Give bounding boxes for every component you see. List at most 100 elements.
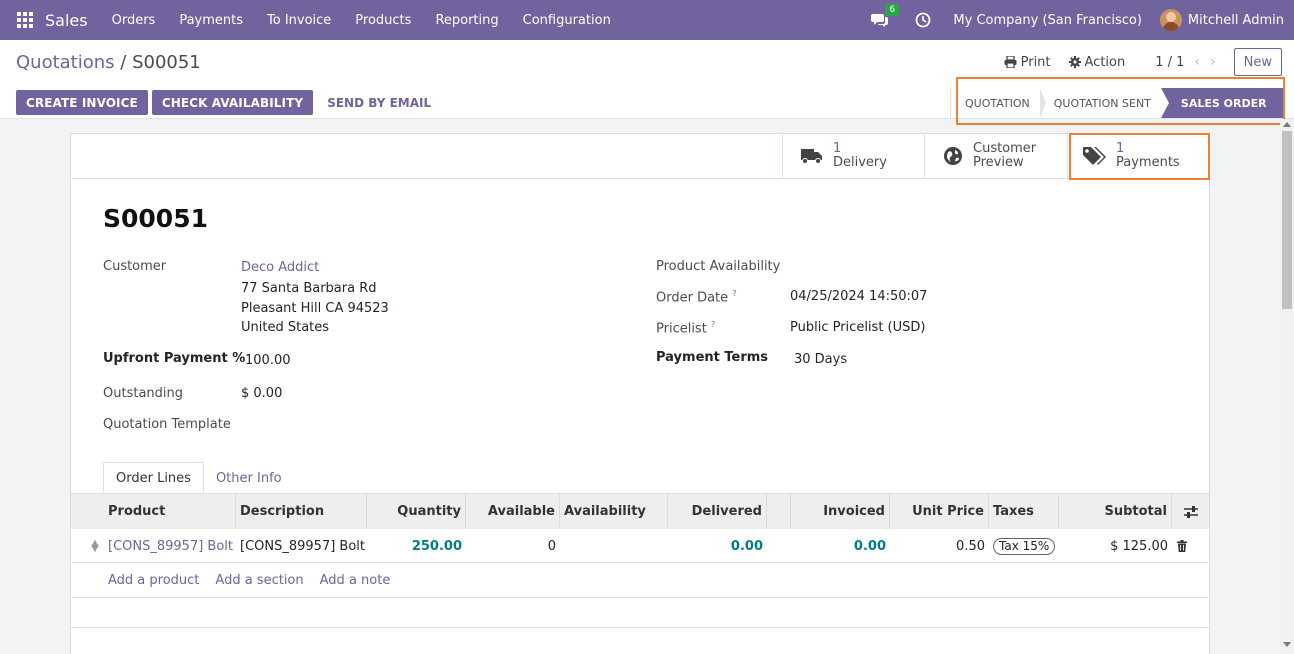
top-navbar: Sales Orders Payments To Invoice Product…: [0, 0, 1294, 40]
line-subtotal: $ 125.00: [1110, 538, 1168, 554]
col-available[interactable]: Available: [466, 494, 560, 529]
create-invoice-button[interactable]: CREATE INVOICE: [16, 90, 148, 115]
record-title: S00051: [103, 204, 208, 233]
col-product[interactable]: Product: [104, 494, 236, 529]
menu-payments[interactable]: Payments: [179, 13, 243, 28]
chat-badge: 6: [885, 4, 900, 16]
order-date-help-icon[interactable]: ?: [732, 289, 736, 298]
globe-icon: [944, 147, 962, 165]
app-brand[interactable]: Sales: [45, 11, 88, 30]
menu-orders[interactable]: Orders: [112, 13, 156, 28]
pricelist-value[interactable]: Public Pricelist (USD): [790, 320, 925, 335]
customer-address-line1: 77 Santa Barbara Rd: [241, 281, 377, 296]
col-availability[interactable]: Availability: [560, 494, 668, 529]
line-invoiced: 0.00: [853, 538, 886, 554]
breadcrumb-quotations[interactable]: Quotations: [16, 52, 115, 73]
product-availability-label: Product Availability: [656, 259, 781, 274]
col-unit-price[interactable]: Unit Price: [890, 494, 989, 529]
col-spacer: [767, 494, 791, 529]
customer-name[interactable]: Deco Addict: [241, 260, 319, 275]
col-delivered[interactable]: Delivered: [668, 494, 767, 529]
delivery-smart-button[interactable]: 1 Delivery: [782, 134, 924, 178]
add-note-link[interactable]: Add a note: [320, 573, 391, 588]
apps-menu-icon[interactable]: [17, 12, 33, 28]
pager-value[interactable]: 1 / 1: [1155, 55, 1184, 70]
send-by-email-button[interactable]: SEND BY EMAIL: [317, 90, 441, 115]
optional-columns-icon[interactable]: [1172, 494, 1209, 529]
check-availability-button[interactable]: CHECK AVAILABILITY: [151, 90, 314, 115]
smart-button-box: 1 Delivery Customer Preview 1 Payments: [71, 134, 1209, 179]
customer-preview-button[interactable]: Customer Preview: [924, 134, 1067, 178]
chat-icon[interactable]: 6: [871, 4, 900, 28]
user-avatar[interactable]: [1159, 9, 1182, 31]
order-lines-header: Product Description Quantity Available A…: [71, 494, 1209, 529]
col-description[interactable]: Description: [236, 494, 367, 529]
scrollbar[interactable]: [1280, 119, 1294, 654]
action-label: Action: [1084, 54, 1126, 70]
pricelist-label: Pricelist ?: [656, 320, 716, 337]
line-quantity[interactable]: 250.00: [367, 529, 466, 563]
drag-handle-icon[interactable]: ▲ ▼: [88, 529, 102, 563]
menu-configuration[interactable]: Configuration: [523, 13, 611, 28]
pager-previous-icon[interactable]: ‹: [1194, 54, 1200, 70]
col-invoiced[interactable]: Invoiced: [791, 494, 890, 529]
scroll-thumb[interactable]: [1282, 131, 1292, 309]
menu-to-invoice[interactable]: To Invoice: [267, 13, 331, 28]
empty-row: [71, 598, 1209, 628]
quotation-template-label: Quotation Template: [103, 417, 231, 432]
line-product[interactable]: [CONS_89957] Bolt: [104, 529, 236, 563]
breadcrumb-separator: /: [114, 52, 133, 73]
upfront-payment-label: Upfront Payment %: [103, 351, 246, 366]
col-taxes[interactable]: Taxes: [989, 494, 1059, 529]
gear-icon: [1068, 56, 1081, 68]
status-highlight-box: [956, 77, 1285, 125]
delivery-count: 1: [833, 141, 842, 156]
truck-icon: [801, 149, 822, 164]
tab-order-lines[interactable]: Order Lines: [103, 462, 204, 495]
tab-other-info[interactable]: Other Info: [204, 462, 294, 495]
order-date-value[interactable]: 04/25/2024 14:50:07: [790, 289, 927, 304]
add-line-row: Add a product Add a section Add a note: [71, 563, 1209, 598]
pager-next-icon[interactable]: ›: [1210, 54, 1216, 70]
print-button[interactable]: Print: [1004, 55, 1051, 70]
customer-address-line3: United States: [241, 320, 330, 335]
notebook-tabs: Order Lines Other Info: [103, 462, 294, 495]
pricelist-help-icon[interactable]: ?: [711, 320, 715, 329]
print-icon: [1004, 56, 1017, 68]
line-delivered[interactable]: 0.00: [668, 529, 767, 563]
col-subtotal[interactable]: Subtotal: [1059, 494, 1172, 529]
payment-terms-label: Payment Terms: [656, 350, 769, 365]
menu-reporting[interactable]: Reporting: [435, 13, 498, 28]
line-available: 0: [547, 538, 556, 554]
payment-terms-value[interactable]: 30 Days: [794, 352, 847, 367]
col-quantity[interactable]: Quantity: [367, 494, 466, 529]
tax-tag[interactable]: Tax 15%: [993, 537, 1056, 555]
table-row[interactable]: ▲ ▼ [CONS_89957] Bolt [CONS_89957] Bolt 2…: [71, 529, 1209, 563]
payments-highlight-box: [1069, 133, 1210, 180]
line-description[interactable]: [CONS_89957] Bolt: [236, 529, 367, 563]
customer-label: Customer: [103, 259, 167, 274]
scroll-down-arrow-icon[interactable]: [1283, 642, 1291, 647]
preview-line2: Preview: [973, 155, 1024, 170]
form-sheet: 1 Delivery Customer Preview 1 Payments S000…: [70, 133, 1210, 654]
menu-products[interactable]: Products: [355, 13, 411, 28]
line-unit-price[interactable]: 0.50: [890, 529, 989, 563]
line-taxes-cell: Tax 15%: [989, 529, 1059, 563]
add-section-link[interactable]: Add a section: [215, 573, 303, 588]
activity-clock-icon[interactable]: [915, 12, 931, 28]
trash-icon[interactable]: [1172, 529, 1192, 563]
outstanding-value: $ 0.00: [241, 386, 283, 401]
new-button[interactable]: New: [1233, 48, 1282, 76]
breadcrumb-current: S00051: [132, 52, 201, 73]
preview-line1: Customer: [973, 141, 1037, 156]
action-button[interactable]: Action: [1068, 54, 1126, 70]
order-date-label: Order Date ?: [656, 289, 737, 306]
delivery-label: Delivery: [833, 155, 887, 170]
upfront-payment-value[interactable]: 100.00: [245, 353, 291, 368]
user-menu[interactable]: Mitchell Admin: [1188, 13, 1284, 28]
scroll-up-arrow-icon[interactable]: [1283, 122, 1291, 127]
add-product-link[interactable]: Add a product: [108, 573, 199, 588]
company-switcher[interactable]: My Company (San Francisco): [953, 13, 1141, 28]
customer-address-line2: Pleasant Hill CA 94523: [241, 301, 389, 316]
outstanding-label: Outstanding: [103, 386, 183, 401]
